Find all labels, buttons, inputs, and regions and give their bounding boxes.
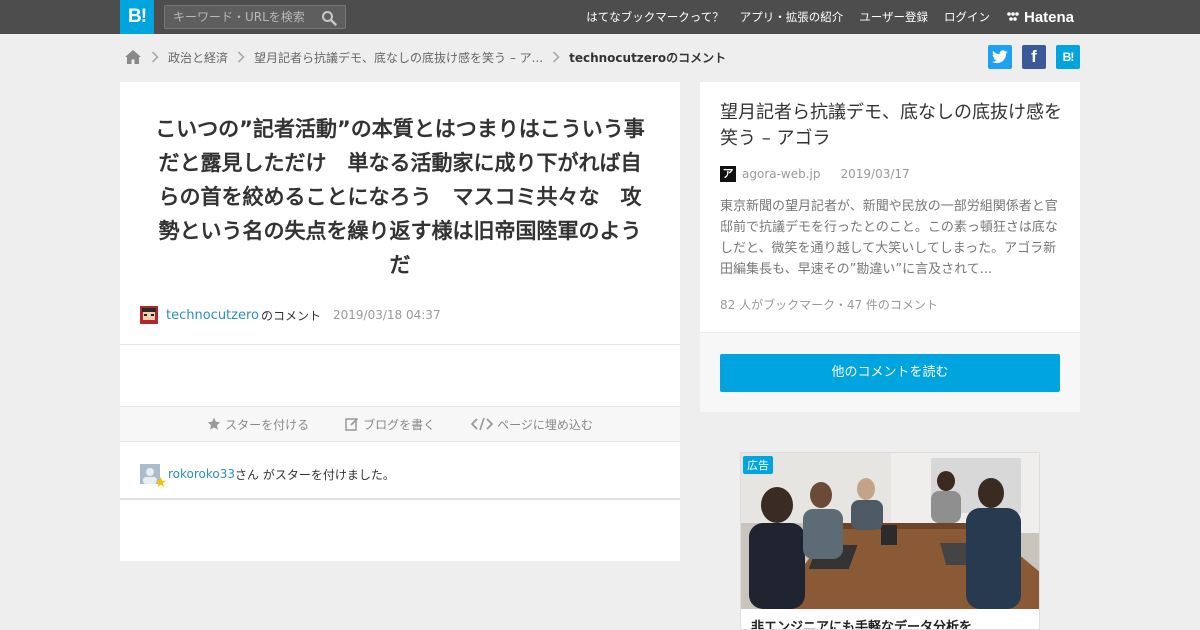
code-icon	[471, 417, 494, 431]
read-comments-button[interactable]: 他のコメントを読む	[720, 354, 1060, 392]
breadcrumb: 政治と経済 望月記者ら抗議デモ、底なしの底抜け感を笑う – ア... techn…	[124, 46, 726, 68]
write-blog-button[interactable]: ブログを書く	[345, 416, 435, 433]
star-icon: ★	[154, 475, 167, 491]
chevron-right-icon	[543, 47, 569, 67]
comment-text: こいつの”記者活動”の本質とはつまりはこういう事だと露見しただけ 単なる活動家に…	[155, 117, 645, 277]
avatar[interactable]	[140, 306, 158, 324]
avatar[interactable]: ★	[140, 464, 167, 490]
nav-login[interactable]: ログイン	[944, 9, 990, 25]
nav-register[interactable]: ユーザー登録	[859, 9, 928, 25]
search-input[interactable]	[165, 6, 315, 28]
hatena-brand-link[interactable]: Hatena	[1006, 8, 1074, 26]
nav-about[interactable]: はてなブックマークって？	[586, 9, 723, 25]
site-favicon: ア	[720, 166, 736, 182]
twitter-icon	[992, 50, 1008, 64]
home-icon[interactable]	[124, 49, 142, 65]
entry-counts[interactable]: 82 人がブックマーク・47 件のコメント	[720, 296, 938, 313]
entry-title[interactable]: 望月記者ら抗議デモ、底なしの底抜け感を笑う – アゴラ	[720, 100, 1065, 152]
star-icon	[207, 417, 221, 430]
share-facebook-button[interactable]: f	[1022, 45, 1046, 69]
comment-timestamp[interactable]: 2019/03/18 04:37	[333, 308, 441, 322]
action-bar: スターを付ける ブログを書く ページに埋め込む	[120, 406, 680, 442]
divider	[120, 344, 680, 345]
entry-domain[interactable]: agora-web.jp	[742, 167, 821, 181]
ad-title[interactable]: 非エンジニアにも手軽なデータ分析を	[751, 616, 972, 629]
share-twitter-button[interactable]	[988, 45, 1012, 69]
author-suffix: のコメント	[261, 308, 322, 323]
star-message: さん がスターを付けました。	[235, 467, 395, 482]
chevron-right-icon	[142, 47, 168, 67]
breadcrumb-entry[interactable]: 望月記者ら抗議デモ、底なしの底抜け感を笑う – ア...	[254, 49, 543, 66]
comment-author-link[interactable]: technocutzero	[166, 308, 259, 323]
ad-badge: 広告	[743, 456, 773, 474]
edit-icon	[345, 417, 359, 431]
write-blog-label: ブログを書く	[363, 417, 436, 432]
nav-apps[interactable]: アプリ・拡張の紹介	[740, 9, 844, 25]
breadcrumb-category[interactable]: 政治と経済	[168, 49, 228, 66]
entry-actions: 他のコメントを読む	[700, 332, 1080, 412]
entry-date: 2019/03/17	[840, 167, 910, 181]
ad-card[interactable]: 広告 非エンジニアにも手軽なデータ分析を	[740, 452, 1040, 630]
search-icon[interactable]	[321, 10, 337, 26]
hatena-bookmark-logo[interactable]: B!	[120, 0, 154, 34]
hatena-mark-icon	[1007, 12, 1019, 21]
divider	[120, 498, 680, 500]
comment-author-row: technocutzero のコメント 2019/03/18 04:37	[140, 304, 441, 326]
top-nav: はてなブックマークって？ アプリ・拡張の紹介 ユーザー登録 ログイン	[586, 0, 990, 34]
ad-image: 広告	[741, 453, 1039, 609]
share-hatena-button[interactable]: B!	[1056, 45, 1080, 69]
entry-panel: 望月記者ら抗議デモ、底なしの底抜け感を笑う – アゴラ ア agora-web.…	[690, 82, 1080, 412]
entry-description: 東京新聞の望月記者が、新聞や民放の一部労組関係者と官邸前で抗議デモを行ったとのこ…	[720, 199, 1058, 277]
star-notice: ★ rokoroko33 さん がスターを付けました。	[140, 460, 395, 490]
chevron-right-icon	[228, 47, 254, 67]
top-bar: B! はてなブックマークって？ アプリ・拡張の紹介 ユーザー登録 ログイン Ha…	[0, 0, 1200, 34]
embed-button[interactable]: ページに埋め込む	[471, 416, 593, 433]
search-box[interactable]	[164, 5, 346, 29]
breadcrumb-current: technocutzeroのコメント	[569, 50, 727, 65]
comment-card: こいつの”記者活動”の本質とはつまりはこういう事だと露見しただけ 単なる活動家に…	[120, 82, 680, 561]
add-star-button[interactable]: スターを付ける	[207, 416, 309, 433]
star-user-link[interactable]: rokoroko33	[168, 467, 235, 481]
entry-meta: ア agora-web.jp 2019/03/17	[720, 166, 910, 182]
embed-label: ページに埋め込む	[497, 417, 593, 432]
add-star-label: スターを付ける	[225, 417, 310, 432]
hatena-brand-text: Hatena	[1024, 8, 1075, 26]
